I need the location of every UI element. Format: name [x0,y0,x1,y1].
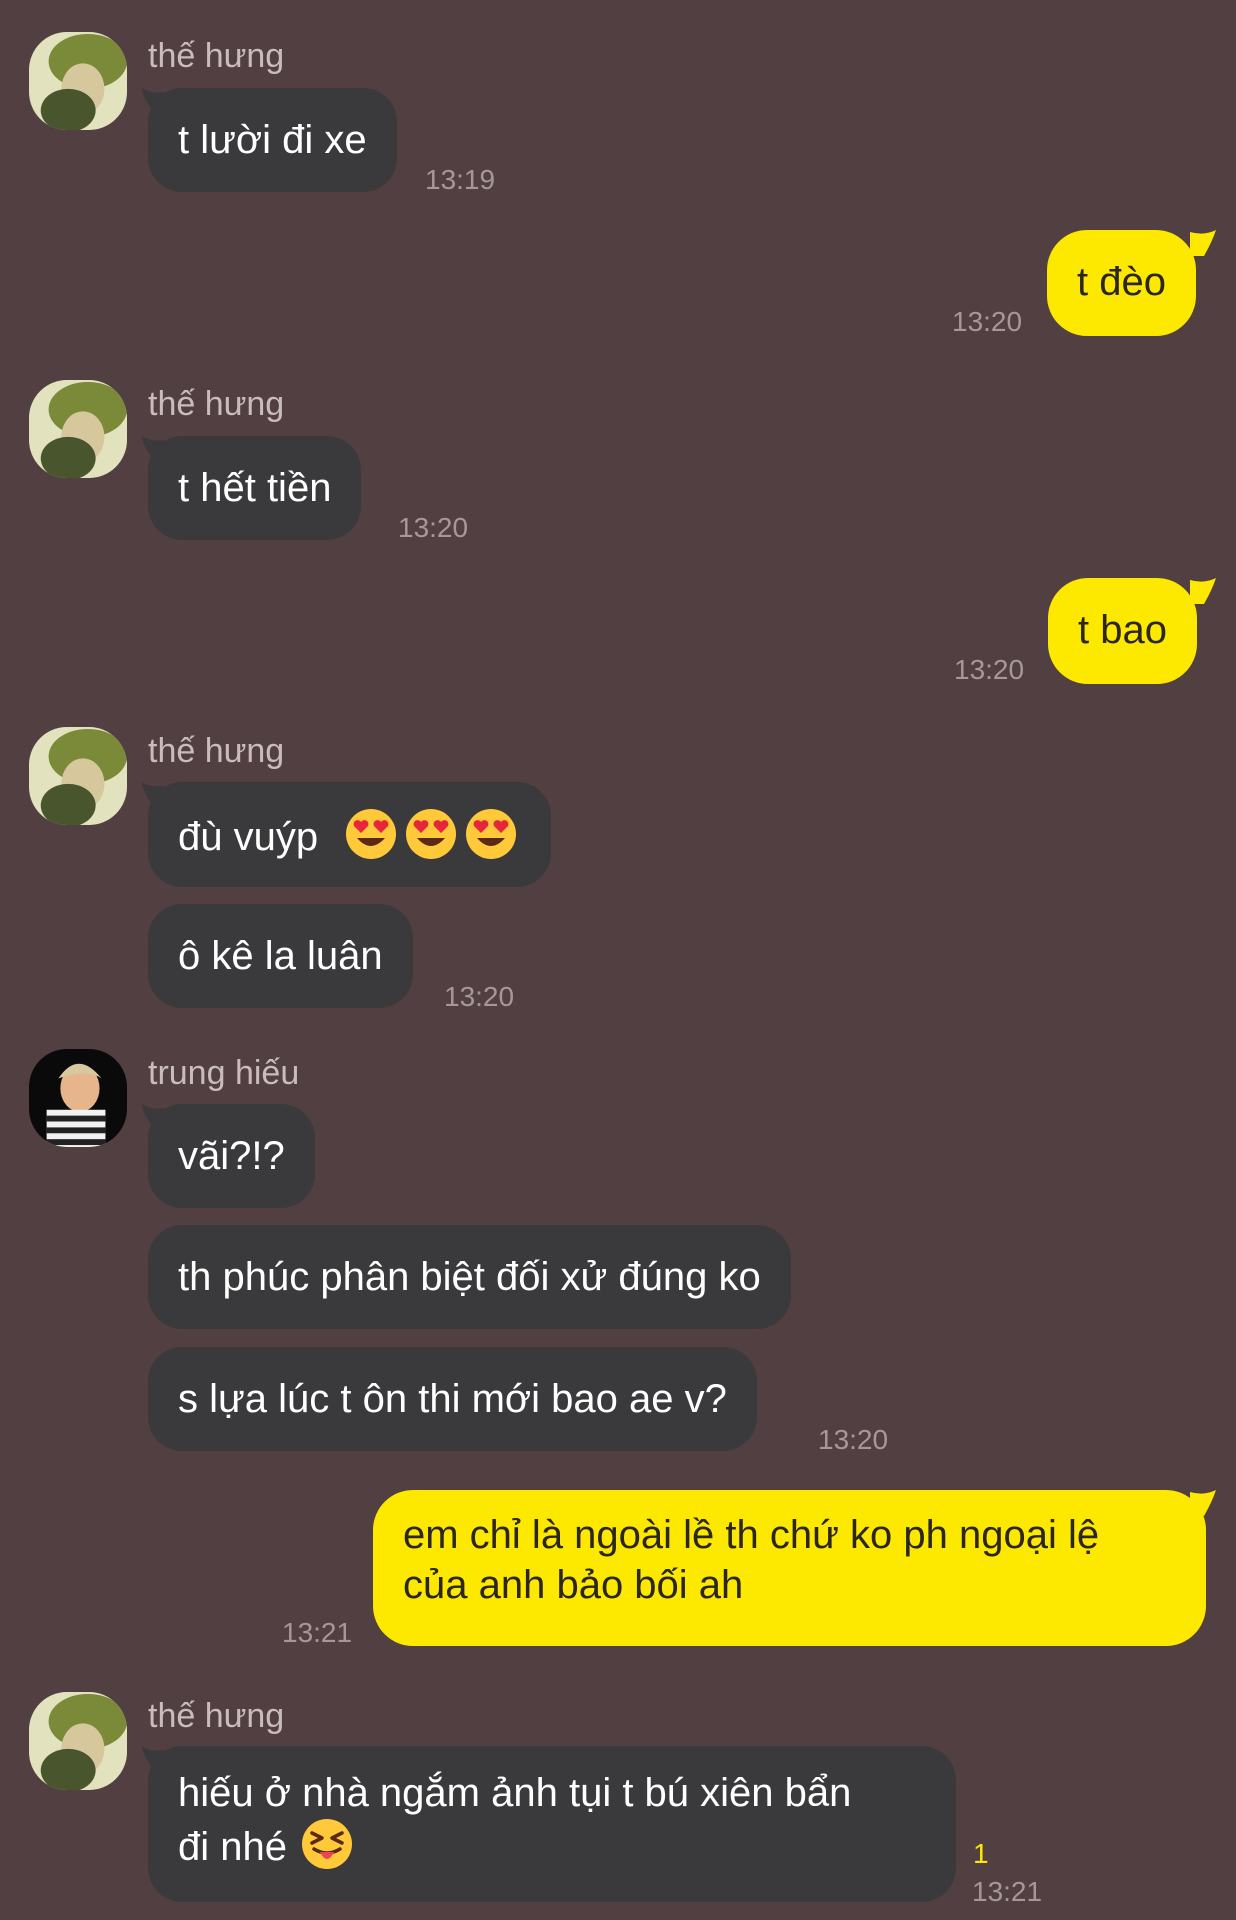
squinting-tongue-emoji [301,1818,353,1870]
message-text: vãi?!? [178,1134,285,1178]
avatar-the-hung[interactable] [29,727,127,825]
heart-eyes-emoji [465,808,517,860]
message-time: 13:21 [282,1617,353,1648]
message-text-line-1: hiếu ở nhà ngắm ảnh tụi t bú xiên bẩn [178,1771,852,1815]
message-bubble-incoming[interactable]: đù vuýp [148,782,552,887]
message-time: 13:20 [398,512,469,543]
sender-name: thế hưng [148,385,285,423]
message-bubble-outgoing[interactable]: em chỉ là ngoài lề th chứ ko ph ngoại lệ… [373,1490,1206,1646]
message-time: 13:19 [425,164,496,195]
message-bubble-incoming[interactable]: s lựa lúc t ôn thi mới bao ae v? [148,1347,757,1451]
sender-name: trung hiếu [148,1054,300,1092]
message-text-line-2: đi nhé [178,1825,287,1869]
message-text: đù vuýp [178,815,319,859]
message-bubble-incoming[interactable]: t lười đi xe [148,88,397,192]
avatar-the-hung[interactable] [29,32,127,130]
message-text-line-1: em chỉ là ngoài lề th chứ ko ph ngoại lệ [403,1513,1100,1557]
message-time: 13:20 [818,1424,889,1455]
avatar-trung-hieu[interactable] [29,1049,127,1147]
bubble-tail [1190,230,1216,256]
avatar-the-hung[interactable] [29,1692,127,1790]
bubble-tail [1190,1490,1216,1516]
message-text: t lười đi xe [178,118,367,162]
message-text: t đèo [1077,260,1166,304]
message-bubble-incoming[interactable]: ô kê la luân [148,904,413,1008]
message-bubble-incoming[interactable]: t hết tiền [148,436,362,540]
message-time: 13:20 [444,981,515,1012]
heart-eyes-emoji [345,808,397,860]
message-text-line-2: của anh bảo bối ah [403,1563,744,1607]
sender-name: thế hưng [148,37,285,75]
message-bubble-incoming[interactable]: hiếu ở nhà ngắm ảnh tụi t bú xiên bẩn đi… [148,1746,956,1902]
message-text: t hết tiền [178,466,332,510]
message-text: t bao [1078,608,1167,652]
chat-screen: thế hưng t lười đi xe 13:19 t đèo 13:20 … [0,0,1236,1920]
unread-count: 1 [973,1838,989,1869]
message-time: 13:21 [972,1876,1043,1907]
message-text: s lựa lúc t ôn thi mới bao ae v? [178,1377,727,1421]
message-time: 13:20 [954,654,1025,685]
message-bubble-outgoing[interactable]: t bao [1048,578,1197,684]
message-bubble-incoming[interactable]: vãi?!? [148,1104,315,1208]
bubble-tail [1190,578,1216,604]
message-time: 13:20 [952,306,1023,337]
avatar-the-hung[interactable] [29,380,127,478]
message-text: th phúc phân biệt đối xử đúng ko [178,1255,761,1299]
heart-eyes-emoji [405,808,457,860]
sender-name: thế hưng [148,1697,285,1735]
message-bubble-incoming[interactable]: th phúc phân biệt đối xử đúng ko [148,1225,791,1329]
message-bubble-outgoing[interactable]: t đèo [1047,230,1196,336]
sender-name: thế hưng [148,732,285,770]
message-text: ô kê la luân [178,934,383,978]
